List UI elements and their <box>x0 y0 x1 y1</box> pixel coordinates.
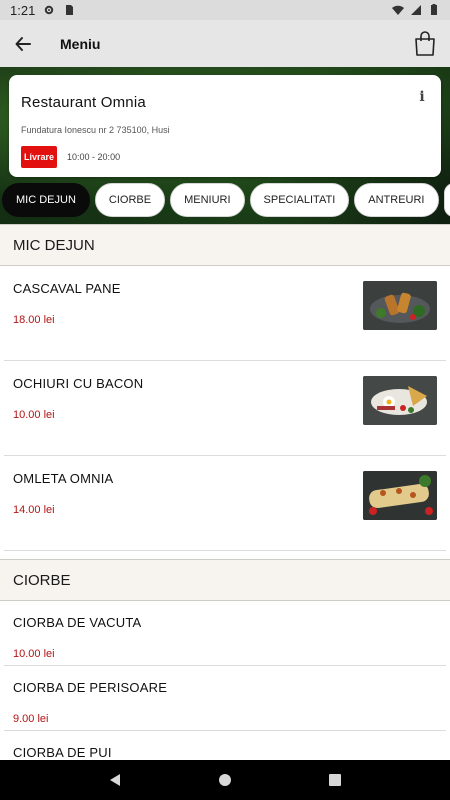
tab-more[interactable] <box>443 183 450 217</box>
delivery-badge: Livrare <box>21 146 58 168</box>
page-title: Meniu <box>60 35 101 52</box>
info-icon[interactable]: i <box>417 89 427 105</box>
item-price: 10.00 lei <box>13 409 55 421</box>
signal-icon <box>411 5 421 15</box>
menu-item[interactable]: CIORBA DE PUI <box>4 731 446 760</box>
item-name: CIORBA DE PUI <box>13 745 112 760</box>
item-photo <box>363 471 437 520</box>
shopping-bag-icon <box>415 30 435 56</box>
app-bar: Meniu <box>0 20 450 67</box>
opening-hours: 10:00 - 20:00 <box>67 152 121 162</box>
settings-icon <box>45 5 54 15</box>
nav-recents-button[interactable] <box>315 760 355 800</box>
menu-list: MIC DEJUN CASCAVAL PANE 18.00 lei OCHIUR… <box>0 224 450 760</box>
tab-mic-dejun[interactable]: MIC DEJUN <box>2 183 90 217</box>
section-header-ciorbe: CIORBE <box>0 559 450 601</box>
item-name: CIORBA DE PERISOARE <box>13 680 168 695</box>
nav-home-button[interactable] <box>205 760 245 800</box>
item-price: 9.00 lei <box>13 713 49 725</box>
item-photo <box>363 376 437 425</box>
menu-item[interactable]: CIORBA DE PERISOARE 9.00 lei <box>4 666 446 731</box>
restaurant-info-card: Restaurant Omnia Fundatura Ionescu nr 2 … <box>9 75 441 177</box>
sd-card-icon <box>66 5 74 15</box>
status-time: 1:21 <box>10 2 36 18</box>
status-bar: 1:21 <box>0 0 450 20</box>
item-price: 10.00 lei <box>13 648 55 660</box>
menu-item[interactable]: CASCAVAL PANE 18.00 lei <box>4 266 446 361</box>
item-name: OMLETA OMNIA <box>13 471 114 486</box>
back-button[interactable] <box>0 20 46 67</box>
menu-item[interactable]: OCHIURI CU BACON 10.00 lei <box>4 361 446 456</box>
arrow-back-icon <box>15 36 31 51</box>
menu-item[interactable]: CIORBA DE VACUTA 10.00 lei <box>4 601 446 666</box>
tab-ciorbe[interactable]: CIORBE <box>94 183 166 217</box>
item-photo <box>363 281 437 330</box>
system-nav-bar <box>0 760 450 800</box>
wifi-icon <box>392 5 404 15</box>
cart-button[interactable] <box>400 20 450 67</box>
battery-icon <box>431 4 437 15</box>
item-name: CASCAVAL PANE <box>13 281 121 296</box>
tab-antreuri[interactable]: ANTREURI <box>354 183 439 217</box>
restaurant-name: Restaurant Omnia <box>21 94 146 111</box>
nav-back-button[interactable] <box>95 760 135 800</box>
triangle-back-icon <box>110 774 120 786</box>
tab-specialitati[interactable]: SPECIALITATI <box>249 183 350 217</box>
category-tabs: MIC DEJUN CIORBE MENIURI SPECIALITATI AN… <box>0 183 450 219</box>
item-name: OCHIURI CU BACON <box>13 376 144 391</box>
square-recents-icon <box>329 774 341 786</box>
tab-meniuri[interactable]: MENIURI <box>170 183 245 217</box>
restaurant-address: Fundatura Ionescu nr 2 735100, Husi <box>21 125 170 135</box>
item-name: CIORBA DE VACUTA <box>13 615 142 630</box>
section-header-mic-dejun: MIC DEJUN <box>0 224 450 266</box>
item-price: 14.00 lei <box>13 504 55 516</box>
circle-home-icon <box>219 774 231 786</box>
menu-item[interactable]: OMLETA OMNIA 14.00 lei <box>4 456 446 551</box>
item-price: 18.00 lei <box>13 314 55 326</box>
